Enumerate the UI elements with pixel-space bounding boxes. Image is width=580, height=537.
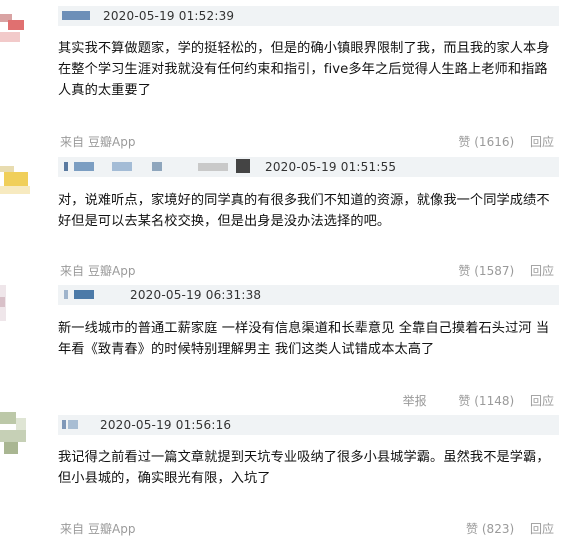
like-count: (1616): [474, 135, 515, 149]
username-redacted: [68, 420, 78, 429]
username-redacted: [74, 290, 94, 299]
comment-timestamp: 2020-05-19 01:52:39: [103, 9, 235, 23]
reply-button[interactable]: 回应: [530, 522, 554, 536]
username-redacted: [74, 162, 94, 171]
comment-timestamp: 2020-05-19 01:51:55: [265, 160, 397, 174]
comment-source: 来自 豆瓣App: [60, 262, 139, 279]
comment-meta: 2020-05-19 01:56:16: [58, 415, 559, 435]
comment-source: 来自 豆瓣App: [60, 520, 139, 537]
reply-button[interactable]: 回应: [530, 394, 554, 408]
username-redacted[interactable]: [62, 11, 90, 20]
comment-footer: 来自 豆瓣App 赞 (1587) 回应: [58, 262, 558, 278]
source-prefix: 来自: [60, 264, 85, 278]
comment-text: 我记得之前看过一篇文章就提到天坑专业吸纳了很多小县城学霸。虽然我不是学霸，但小县…: [58, 450, 550, 486]
like-button[interactable]: 赞 (823): [454, 522, 514, 536]
comment-source: 来自 豆瓣App: [60, 133, 139, 150]
username-redacted[interactable]: [62, 420, 66, 429]
comment-actions: 举报 赞 (1148) 回应: [391, 392, 554, 409]
comment-text: 新一线城市的普通工薪家庭 一样没有信息渠道和长辈意见 全靠自己摸着石头过河 当年…: [58, 321, 550, 357]
comment-meta: 2020-05-19 01:51:55: [58, 157, 559, 177]
comment-actions: 赞 (1616) 回应: [434, 133, 554, 150]
reply-button[interactable]: 回应: [530, 135, 554, 149]
avatar[interactable]: [0, 6, 40, 46]
like-button[interactable]: 赞 (1616): [446, 135, 514, 149]
like-label: 赞: [458, 135, 471, 149]
source-prefix: 来自: [60, 135, 85, 149]
reply-button[interactable]: 回应: [530, 264, 554, 278]
comment-meta: 2020-05-19 06:31:38: [58, 285, 559, 305]
avatar[interactable]: [0, 160, 40, 200]
like-count: (1587): [474, 264, 515, 278]
comment-timestamp: 2020-05-19 06:31:38: [130, 288, 262, 302]
comment-text: 其实我不算做题家，学的挺轻松的，但是的确小镇眼界限制了我，而且我的家人本身在整个…: [58, 41, 550, 98]
comment-actions: 赞 (1587) 回应: [434, 262, 554, 279]
source-app-link[interactable]: 豆瓣App: [88, 135, 135, 149]
source-app-link[interactable]: 豆瓣App: [88, 264, 135, 278]
like-count: (823): [481, 522, 515, 536]
comment-timestamp: 2020-05-19 01:56:16: [100, 418, 232, 432]
username-redacted: [112, 162, 132, 171]
like-label: 赞: [458, 394, 471, 408]
avatar[interactable]: [0, 283, 40, 323]
redacted-mark: [198, 163, 228, 171]
like-label: 赞: [466, 522, 479, 536]
username-redacted[interactable]: [64, 162, 68, 171]
redacted-mark: [236, 159, 250, 173]
like-count: (1148): [474, 394, 515, 408]
comment-actions: 赞 (823) 回应: [442, 520, 554, 537]
comment-footer: 举报 赞 (1148) 回应: [58, 392, 558, 408]
avatar[interactable]: [0, 412, 40, 460]
comment-footer: 来自 豆瓣App 赞 (1616) 回应: [58, 133, 558, 149]
source-prefix: 来自: [60, 522, 85, 536]
source-app-link[interactable]: 豆瓣App: [88, 522, 135, 536]
comment-text: 对，说难听点，家境好的同学真的有很多我们不知道的资源，就像我一个同学成绩不好但是…: [58, 193, 550, 229]
comment-meta: 2020-05-19 01:52:39: [58, 6, 559, 26]
like-button[interactable]: 赞 (1148): [446, 394, 514, 408]
username-redacted[interactable]: [64, 290, 68, 299]
like-button[interactable]: 赞 (1587): [446, 264, 514, 278]
like-label: 赞: [458, 264, 471, 278]
username-redacted: [152, 162, 162, 171]
comment-footer: 来自 豆瓣App 赞 (823) 回应: [58, 520, 558, 536]
report-button[interactable]: 举报: [403, 394, 427, 408]
